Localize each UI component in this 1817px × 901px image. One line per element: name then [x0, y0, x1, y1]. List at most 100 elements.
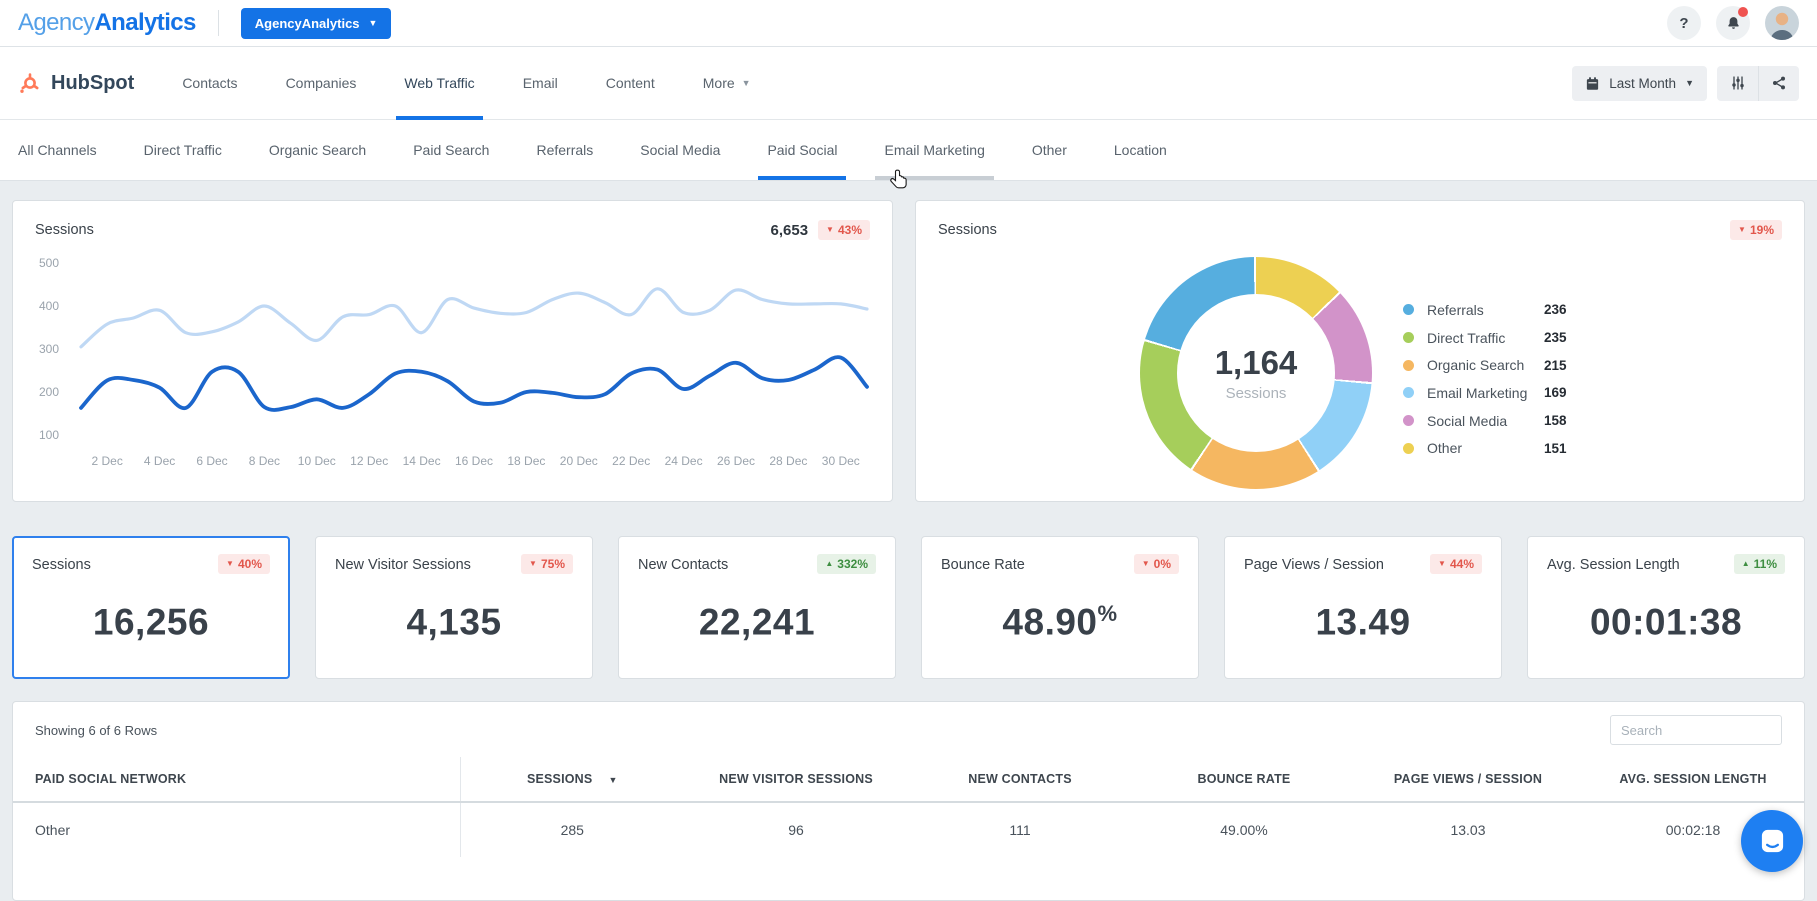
x-tick-label: 24 Dec	[665, 454, 703, 468]
avatar-image	[1765, 6, 1799, 40]
legend-dot	[1403, 443, 1414, 454]
tab-more[interactable]: More ▼	[703, 47, 751, 120]
tab-contacts[interactable]: Contacts	[182, 47, 237, 120]
tab-web-traffic[interactable]: Web Traffic	[404, 47, 474, 120]
channel-tab-location[interactable]: Location	[1114, 120, 1167, 180]
tab-companies[interactable]: Companies	[286, 47, 357, 120]
channel-tab-referrals[interactable]: Referrals	[536, 120, 593, 180]
search-input[interactable]	[1610, 715, 1782, 745]
x-tick-label: 30 Dec	[822, 454, 860, 468]
date-range-button[interactable]: Last Month ▼	[1572, 66, 1707, 101]
donut-center: 1,164 Sessions	[1177, 294, 1335, 452]
question-mark-icon: ?	[1679, 15, 1688, 32]
channel-tab-social-media[interactable]: Social Media	[640, 120, 720, 180]
tab-content[interactable]: Content	[606, 47, 655, 120]
channel-tab-organic-search[interactable]: Organic Search	[269, 120, 366, 180]
hubspot-brand: HubSpot	[18, 71, 134, 95]
kpi-card-sessions[interactable]: Sessions ▼40% 16,256	[12, 536, 290, 679]
channel-tab-all-channels[interactable]: All Channels	[18, 120, 97, 180]
y-tick-label: 400	[23, 299, 59, 313]
divider	[218, 10, 219, 36]
delta-badge: ▲11%	[1734, 554, 1785, 574]
notifications-button[interactable]	[1716, 6, 1750, 40]
column-header-page-views-session[interactable]: PAGE VIEWS / SESSION	[1356, 757, 1580, 802]
logo-part1: Agency	[18, 9, 94, 36]
delta-badge: ▼44%	[1430, 554, 1482, 574]
column-header-bounce-rate[interactable]: BOUNCE RATE	[1132, 757, 1356, 802]
kpi-value: 16,256	[32, 601, 270, 643]
chevron-down-icon: ▼	[742, 79, 751, 88]
panel-title: Sessions	[35, 222, 94, 238]
kpi-card-new-contacts[interactable]: New Contacts ▲332% 22,241	[618, 536, 896, 679]
chat-widget-button[interactable]	[1741, 810, 1803, 872]
donut-total-value: 1,164	[1215, 344, 1298, 382]
x-tick-label: 16 Dec	[455, 454, 493, 468]
x-tick-label: 12 Dec	[350, 454, 388, 468]
channel-tab-paid-search[interactable]: Paid Search	[413, 120, 489, 180]
delta-badge: ▼0%	[1134, 554, 1179, 574]
channel-tab-email-marketing[interactable]: Email Marketing	[884, 120, 984, 180]
legend-dot	[1403, 304, 1414, 315]
kpi-value: 4,135	[335, 601, 573, 643]
help-button[interactable]: ?	[1667, 6, 1701, 40]
hubspot-brand-name: HubSpot	[51, 72, 134, 95]
x-tick-label: 26 Dec	[717, 454, 755, 468]
table-row-other[interactable]: Other 285 96 111 49.00% 13.03 00:02:18	[13, 802, 1805, 857]
share-button[interactable]	[1758, 66, 1799, 101]
column-header-paid-social-network[interactable]: PAID SOCIAL NETWORK	[13, 757, 460, 802]
trend-arrow-icon: ▼	[826, 226, 834, 234]
chevron-down-icon: ▼	[369, 19, 378, 28]
y-tick-label: 500	[23, 256, 59, 270]
kpi-value: 22,241	[638, 601, 876, 643]
filters-button[interactable]	[1717, 66, 1758, 101]
table-toolbar: Showing 6 of 6 Rows	[13, 702, 1804, 757]
column-header-new-contacts[interactable]: NEW CONTACTS	[908, 757, 1132, 802]
legend-item-other: Other 151	[1403, 434, 1567, 462]
hubspot-nav-tabs: Contacts Companies Web Traffic Email Con…	[182, 47, 750, 120]
date-range-label: Last Month	[1609, 76, 1676, 91]
account-selector-label: AgencyAnalytics	[255, 16, 360, 31]
sessions-donut-chart-panel: Sessions ▼19% 1,164 Sessions Referrals 2…	[915, 200, 1805, 502]
column-header-avg-session-length[interactable]: AVG. SESSION LENGTH	[1580, 757, 1805, 802]
charts-row: Sessions 6,653 ▼43% 500400300200100 2 De…	[12, 200, 1805, 502]
x-tick-label: 20 Dec	[560, 454, 598, 468]
channel-tab-direct-traffic[interactable]: Direct Traffic	[144, 120, 222, 180]
chevron-down-icon: ▼	[1685, 79, 1694, 88]
header-actions: ?	[1667, 6, 1799, 40]
paid-social-table: PAID SOCIAL NETWORK SESSIONS▼ NEW VISITO…	[13, 757, 1805, 857]
legend-item-social-media: Social Media 158	[1403, 407, 1567, 435]
panel-title: Sessions	[938, 222, 997, 238]
line-chart-area: 500400300200100	[71, 256, 864, 442]
channel-tab-paid-social[interactable]: Paid Social	[767, 120, 837, 180]
x-tick-label: 2 Dec	[92, 454, 123, 468]
channel-tab-other[interactable]: Other	[1032, 120, 1067, 180]
kpi-card-avg-session-length[interactable]: Avg. Session Length ▲11% 00:01:38	[1527, 536, 1805, 679]
toolbar-button-group	[1717, 66, 1799, 101]
sort-caret-icon: ▼	[608, 775, 617, 785]
column-header-new-visitor-sessions[interactable]: NEW VISITOR SESSIONS	[684, 757, 908, 802]
x-tick-label: 14 Dec	[403, 454, 441, 468]
line-panel-summary: 6,653 ▼43%	[771, 220, 871, 240]
x-tick-label: 28 Dec	[769, 454, 807, 468]
kpi-card-page-views-per-session[interactable]: Page Views / Session ▼44% 13.49	[1224, 536, 1502, 679]
report-controls: Last Month ▼	[1572, 66, 1799, 101]
top-header: AgencyAnalytics AgencyAnalytics ▼ ?	[0, 0, 1817, 47]
tab-email[interactable]: Email	[523, 47, 558, 120]
donut-chart: 1,164 Sessions	[1140, 257, 1372, 489]
account-selector-button[interactable]: AgencyAnalytics ▼	[241, 8, 392, 39]
kpi-value: 13.49	[1244, 601, 1482, 643]
delta-badge: ▼19%	[1730, 220, 1782, 240]
x-tick-label: 4 Dec	[144, 454, 175, 468]
column-header-sessions[interactable]: SESSIONS▼	[460, 757, 684, 802]
kpi-card-new-visitor-sessions[interactable]: New Visitor Sessions ▼75% 4,135	[315, 536, 593, 679]
dashboard-content: Sessions 6,653 ▼43% 500400300200100 2 De…	[0, 181, 1817, 901]
sessions-line-chart-panel: Sessions 6,653 ▼43% 500400300200100 2 De…	[12, 200, 893, 502]
legend-dot	[1403, 360, 1414, 371]
donut-legend: Referrals 236 Direct Traffic 235 Organic…	[1403, 296, 1567, 462]
user-avatar[interactable]	[1765, 6, 1799, 40]
share-icon	[1771, 75, 1787, 91]
trend-arrow-icon: ▼	[1738, 226, 1746, 234]
y-tick-label: 100	[23, 428, 59, 442]
legend-item-email-marketing: Email Marketing 169	[1403, 379, 1567, 407]
kpi-card-bounce-rate[interactable]: Bounce Rate ▼0% 48.90%	[921, 536, 1199, 679]
